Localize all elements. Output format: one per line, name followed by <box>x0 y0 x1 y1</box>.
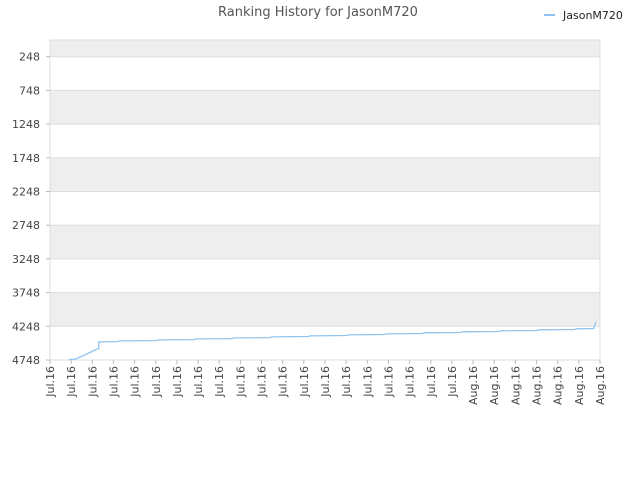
y-tick-label: 3748 <box>12 287 40 300</box>
x-tick-label: Jul.16 <box>382 366 395 398</box>
x-tick-label: Jul.16 <box>129 366 142 398</box>
x-tick-label: Jul.16 <box>404 366 417 398</box>
plot-band <box>50 124 600 158</box>
y-tick-label: 3248 <box>12 253 40 266</box>
x-tick-label: Jul.16 <box>150 366 163 398</box>
x-tick-label: Jul.16 <box>361 366 374 398</box>
plot-band <box>50 40 600 57</box>
y-tick-label: 2748 <box>12 219 40 232</box>
x-tick-label: Jul.16 <box>171 366 184 398</box>
plot-band <box>50 258 600 293</box>
y-axis: 248 748 1248 1748 2248 2748 3248 3748 4248 4748 <box>12 51 50 367</box>
x-tick-label: Jul.16 <box>277 366 290 398</box>
plot-band <box>50 56 600 91</box>
y-tick-label: 1248 <box>12 118 40 131</box>
y-tick-label: 248 <box>19 51 40 64</box>
y-tick-label: 4248 <box>12 320 40 333</box>
x-tick-label: Aug.16 <box>594 366 607 405</box>
legend-label: JasonM720 <box>562 9 623 22</box>
y-tick-label: 2248 <box>12 186 40 199</box>
x-tick-label: Aug.16 <box>488 366 501 405</box>
plot-band <box>50 292 600 327</box>
legend: JasonM720 <box>544 9 623 22</box>
x-tick-label: Jul.16 <box>234 366 247 398</box>
plot-band <box>50 90 600 125</box>
plot-background <box>49 39 601 361</box>
plot-band <box>50 225 600 259</box>
x-tick-label: Jul.16 <box>44 366 57 398</box>
x-tick-label: Jul.16 <box>107 366 120 398</box>
x-tick-label: Jul.16 <box>298 366 311 398</box>
x-tick-label: Aug.16 <box>573 366 586 405</box>
x-axis: Jul.16 Jul.16 Jul.16 Jul.16 Jul.16 Jul.16 Jul.… <box>44 360 607 405</box>
y-tick-label: 4748 <box>12 354 40 367</box>
x-tick-label: Jul.16 <box>65 366 78 398</box>
x-tick-label: Jul.16 <box>319 366 332 398</box>
ranking-history-chart: Ranking History for JasonM720 JasonM720 … <box>12 5 623 405</box>
chart-title: Ranking History for JasonM720 <box>218 5 418 20</box>
x-tick-label: Aug.16 <box>531 366 544 405</box>
y-tick-label: 748 <box>19 84 40 97</box>
plot-band <box>50 326 600 360</box>
x-tick-label: Aug.16 <box>552 366 565 405</box>
x-tick-label: Jul.16 <box>213 366 226 398</box>
plot-band <box>50 191 600 226</box>
x-tick-label: Jul.16 <box>340 366 353 398</box>
x-tick-label: Jul.16 <box>425 366 438 398</box>
y-tick-label: 1748 <box>12 152 40 165</box>
x-tick-label: Jul.16 <box>86 366 99 398</box>
x-tick-label: Aug.16 <box>509 366 522 405</box>
x-tick-label: Jul.16 <box>192 366 205 398</box>
x-tick-label: Jul.16 <box>256 366 269 398</box>
x-tick-label: Aug.16 <box>467 366 480 405</box>
x-tick-label: Jul.16 <box>446 366 459 398</box>
plot-band <box>50 157 600 192</box>
